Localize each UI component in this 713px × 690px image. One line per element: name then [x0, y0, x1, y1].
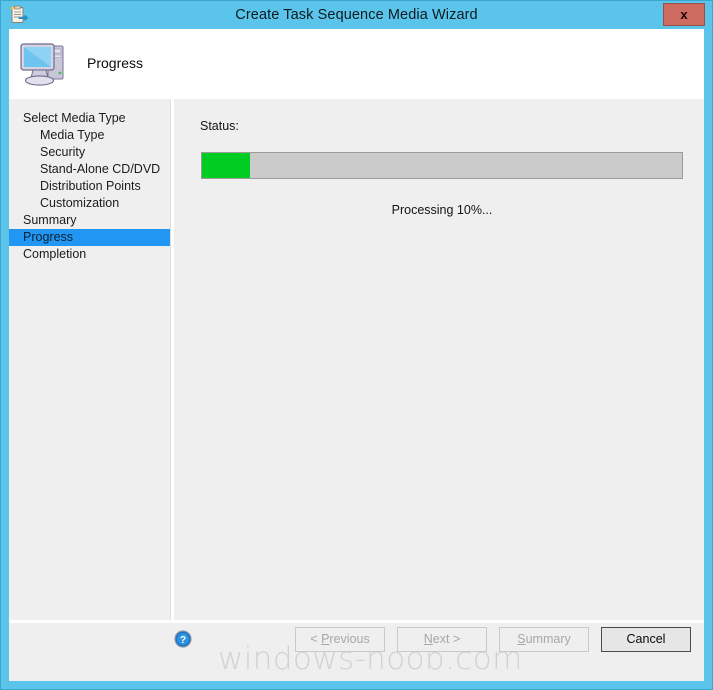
summary-button-accel: S	[517, 632, 526, 646]
status-label: Status:	[200, 119, 239, 133]
sidebar-item-customization[interactable]: Customization	[9, 195, 170, 212]
sidebar-item-label: Select Media Type	[23, 111, 126, 125]
help-circle-icon[interactable]: ?	[174, 630, 192, 648]
sidebar-item-progress[interactable]: Progress	[9, 229, 170, 246]
next-button-suffix: >	[449, 632, 461, 646]
wizard-footer: ? windows-noob.com < Previous Next > Sum…	[9, 620, 704, 681]
sidebar-item-label: Progress	[23, 230, 74, 244]
next-button-rest: ext	[432, 632, 450, 646]
footer-button-row: < Previous Next > Summary Cancel	[295, 627, 691, 652]
sidebar-item-completion[interactable]: Completion	[9, 246, 170, 263]
wizard-window: Create Task Sequence Media Wizard x Prog…	[0, 0, 713, 690]
sidebar-item-media-type[interactable]: Media Type	[9, 127, 170, 144]
previous-button[interactable]: < Previous	[295, 627, 385, 652]
progress-status-text: Processing 10%...	[391, 203, 493, 217]
sidebar-item-label: Stand-Alone CD/DVD	[40, 162, 161, 176]
window-title: Create Task Sequence Media Wizard	[235, 7, 478, 23]
sidebar-item-label: Completion	[23, 247, 87, 261]
summary-button[interactable]: Summary	[499, 627, 589, 652]
next-button[interactable]: Next >	[397, 627, 487, 652]
sidebar-item-stand-alone-cd-dvd[interactable]: Stand-Alone CD/DVD	[9, 161, 170, 178]
progress-bar	[201, 152, 683, 179]
sidebar-item-distribution-points[interactable]: Distribution Points	[9, 178, 170, 195]
previous-button-rest: revious	[329, 632, 370, 646]
computer-icon	[17, 37, 73, 91]
summary-button-rest: ummary	[525, 632, 571, 646]
wizard-body: Select Media Type Media Type Security St…	[9, 99, 704, 681]
previous-button-prefix: <	[310, 632, 322, 646]
wizard-header: Progress	[9, 29, 704, 99]
sidebar-item-security[interactable]: Security	[9, 144, 170, 161]
sidebar-item-label: Distribution Points	[40, 179, 141, 193]
sidebar-item-label: Media Type	[40, 128, 105, 142]
sidebar-item-select-media-type[interactable]: Select Media Type	[9, 110, 170, 127]
sidebar-item-label: Summary	[23, 213, 77, 227]
cancel-button[interactable]: Cancel	[601, 627, 691, 652]
next-button-accel: N	[423, 632, 433, 646]
sidebar-item-label: Security	[40, 145, 86, 159]
title-bar: Create Task Sequence Media Wizard x	[1, 1, 712, 29]
body-middle: Select Media Type Media Type Security St…	[9, 99, 704, 620]
page-title: Progress	[87, 55, 144, 71]
sidebar-item-label: Customization	[40, 196, 120, 210]
svg-text:?: ?	[180, 635, 186, 646]
content-panel: Status: Processing 10%...	[171, 99, 704, 620]
progress-bar-fill	[202, 153, 250, 178]
sidebar-item-summary[interactable]: Summary	[9, 212, 170, 229]
close-button[interactable]: x	[663, 3, 705, 26]
wizard-step-list: Select Media Type Media Type Security St…	[9, 99, 171, 620]
cancel-button-label: Cancel	[626, 632, 666, 646]
